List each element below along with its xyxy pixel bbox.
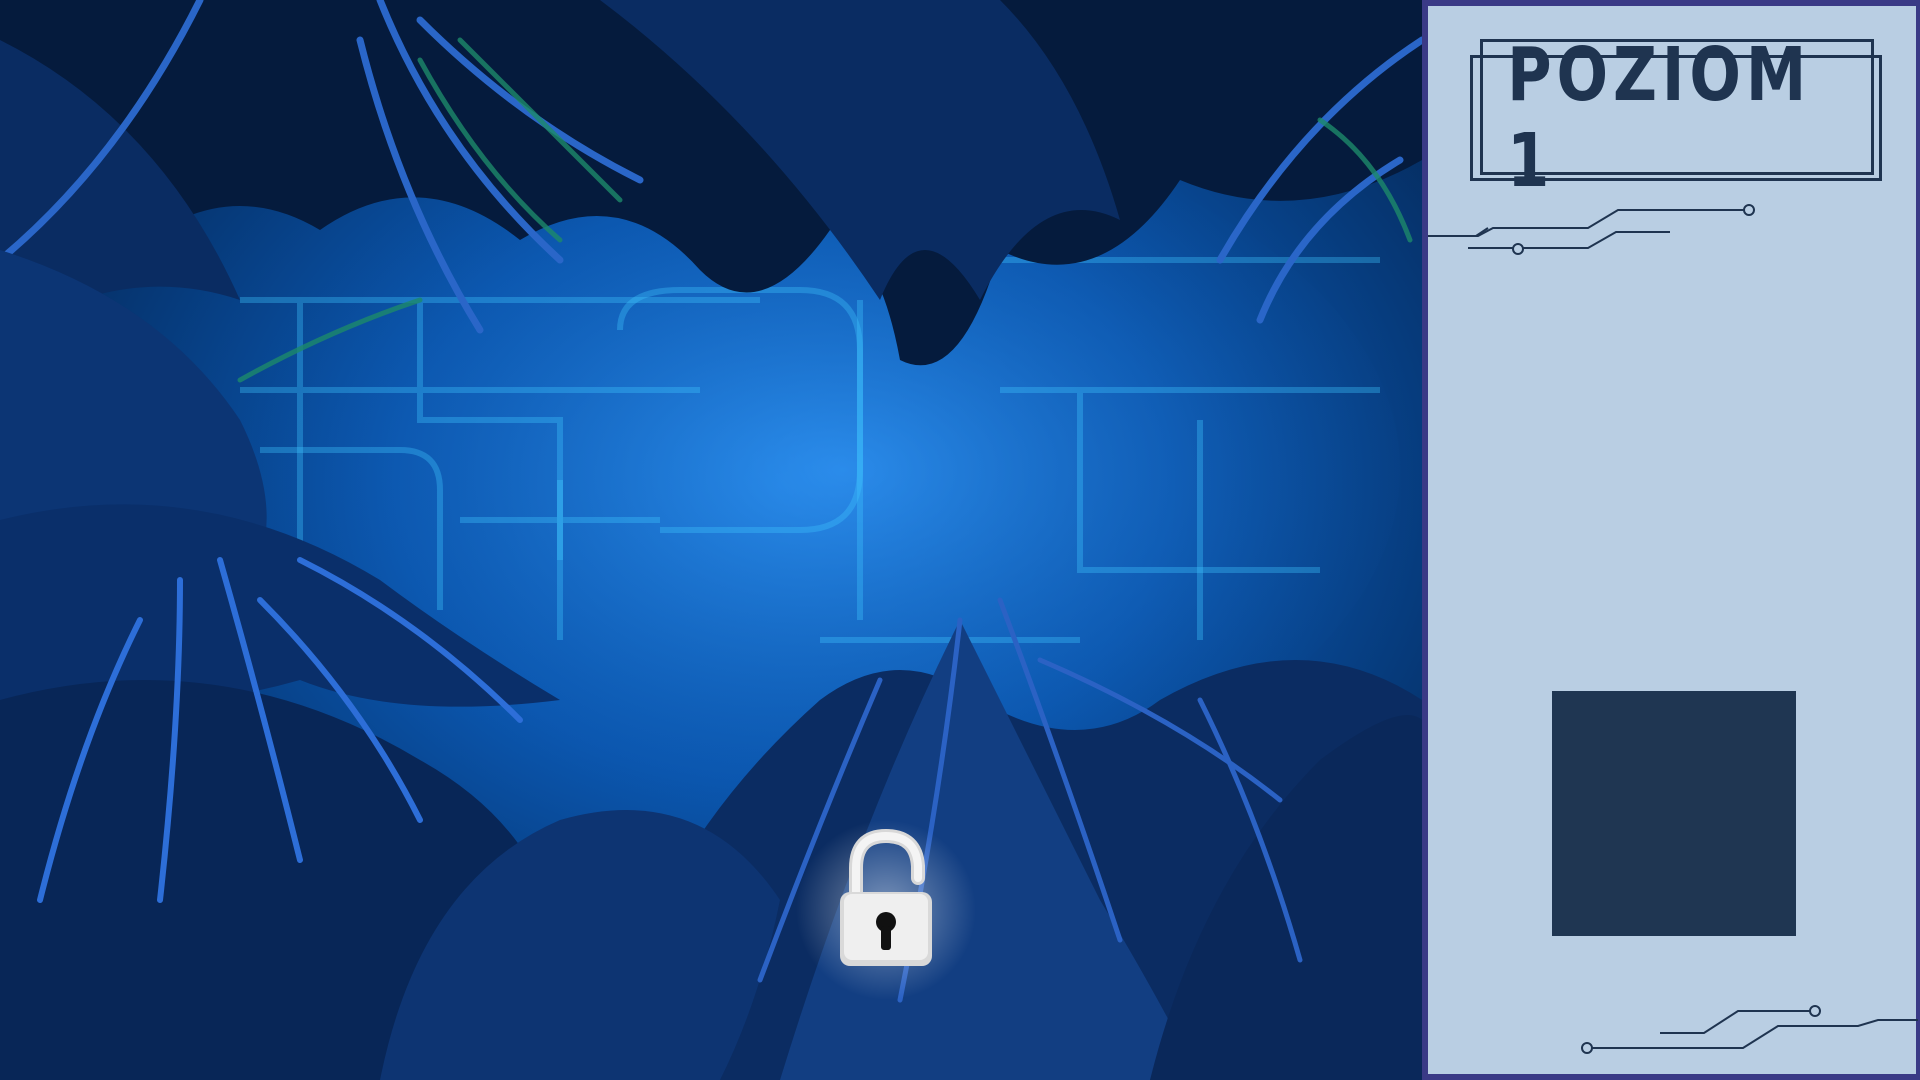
item-slot[interactable] — [1552, 691, 1796, 936]
padlock-icon[interactable] — [826, 826, 946, 976]
jungle-artwork — [0, 0, 1422, 1080]
game-stage: POZIOM 1 — [0, 0, 1920, 1080]
padlock-graphic — [840, 828, 932, 966]
circuit-decoration-bottom — [1581, 1005, 1918, 1054]
jungle-scene[interactable] — [0, 0, 1422, 1080]
circuit-decoration-top — [1428, 204, 1755, 255]
level-title: POZIOM 1 — [1507, 32, 1812, 204]
side-panel: POZIOM 1 — [1422, 0, 1920, 1080]
